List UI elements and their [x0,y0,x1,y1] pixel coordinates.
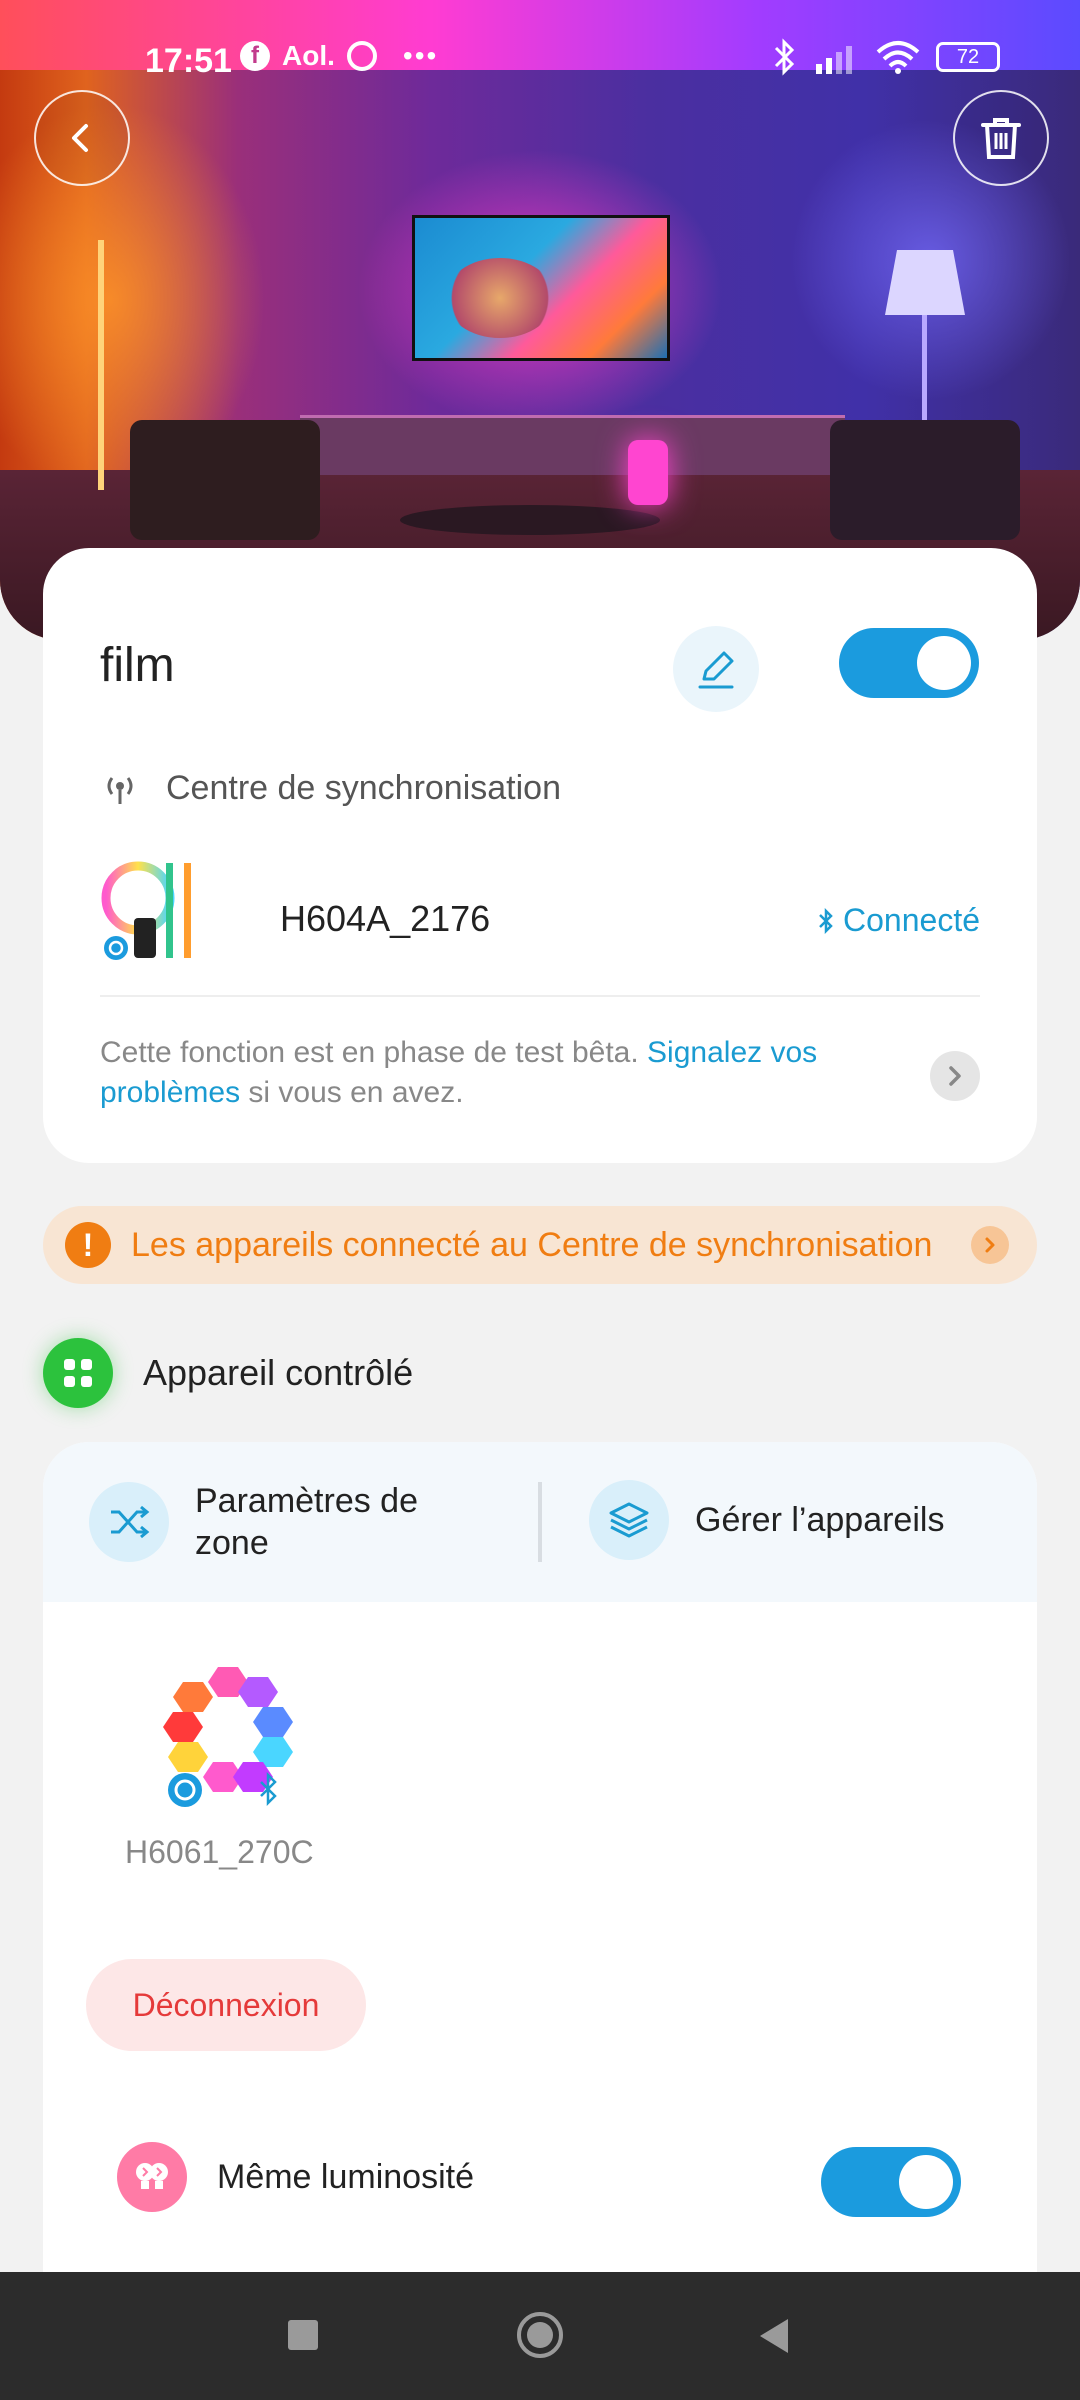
scene-toggle[interactable] [839,628,979,698]
antenna-icon [107,777,133,804]
hexagon-light-icon[interactable] [163,1662,313,1812]
more-icon: ••• [402,40,439,71]
chevron-right-icon [949,1066,961,1086]
hero-image [0,0,1080,640]
same-brightness-label: Même luminosité [217,2157,474,2196]
pencil-icon [698,651,734,689]
square-icon [288,2320,318,2350]
status-bar: 17:51 f Aol. ••• 72 [0,30,1080,90]
beta-arrow-button[interactable] [930,1051,980,1101]
back-button[interactable] [34,90,130,186]
battery-icon: 72 [936,42,1000,72]
scene-card: film Centre de synchronisation H604A_217… [43,548,1037,1163]
signal-icon [816,46,852,74]
shuffle-icon [89,1482,169,1562]
recents-button[interactable] [286,2318,320,2357]
home-button[interactable] [515,2310,565,2365]
grid-icon [43,1338,113,1408]
tv-image [412,215,670,361]
warning-text: Les appareils connecté au Centre de sync… [131,1225,933,1264]
controlled-device-header: Appareil contrôlé [43,1338,413,1408]
hub-device-row[interactable]: H604A_2176 Connecté [100,858,980,978]
circle-icon [517,2312,563,2358]
connection-status: Connecté [817,902,980,939]
chevron-left-icon [72,124,88,152]
disconnect-button[interactable]: Déconnexion [86,1959,366,2051]
chevron-right-icon [971,1226,1009,1264]
status-time: 17:51 [145,42,232,80]
vertical-divider [538,1482,542,1562]
same-brightness-row: Même luminosité [117,2142,474,2212]
zone-settings-button[interactable]: Paramètres de zone [89,1480,455,1564]
beta-text: Cette fonction est en phase de test bêta… [100,1036,639,1069]
zone-settings-label: Paramètres de zone [195,1482,418,1562]
delete-button[interactable] [953,90,1049,186]
hub-device-name: H604A_2176 [280,898,491,939]
sync-center-row: Centre de synchronisation [100,768,561,808]
section-title: Appareil contrôlé [143,1352,414,1393]
circle-icon [346,41,377,71]
aol-label: Aol. [282,40,335,71]
layers-icon [589,1480,669,1560]
edit-button[interactable] [673,626,759,712]
triangle-back-icon [760,2319,788,2353]
trash-icon [981,118,1021,159]
warning-banner[interactable]: ! Les appareils connecté au Centre de sy… [43,1206,1037,1284]
sync-center-label: Centre de synchronisation [166,768,562,807]
action-bar: Paramètres de zone Gérer l’appareils [43,1442,1037,1602]
facebook-icon: f [240,41,270,71]
manage-devices-label: Gérer l’appareils [695,1501,945,1539]
beta-notice: Cette fonction est en phase de test bêta… [100,1033,880,1113]
device-name: H6061_270C [125,1834,314,1870]
connection-label: Connecté [843,902,980,938]
bluetooth-icon [774,38,795,76]
divider [100,995,980,997]
light-bars-icon [101,861,191,960]
bulbs-icon [117,2142,187,2212]
bluetooth-icon [819,907,833,934]
warning-icon: ! [65,1222,111,1268]
same-brightness-toggle[interactable] [821,2147,961,2217]
navigation-bar [0,2272,1080,2400]
wifi-icon [876,41,920,74]
battery-level: 72 [956,45,980,68]
controlled-device-card: Paramètres de zone Gérer l’appareils H60… [43,1442,1037,2272]
beta-text-after: si vous en avez. [248,1076,464,1109]
manage-devices-button[interactable]: Gérer l’appareils [589,1480,944,1560]
back-nav-button[interactable] [756,2316,792,2361]
scene-title: film [100,639,175,692]
